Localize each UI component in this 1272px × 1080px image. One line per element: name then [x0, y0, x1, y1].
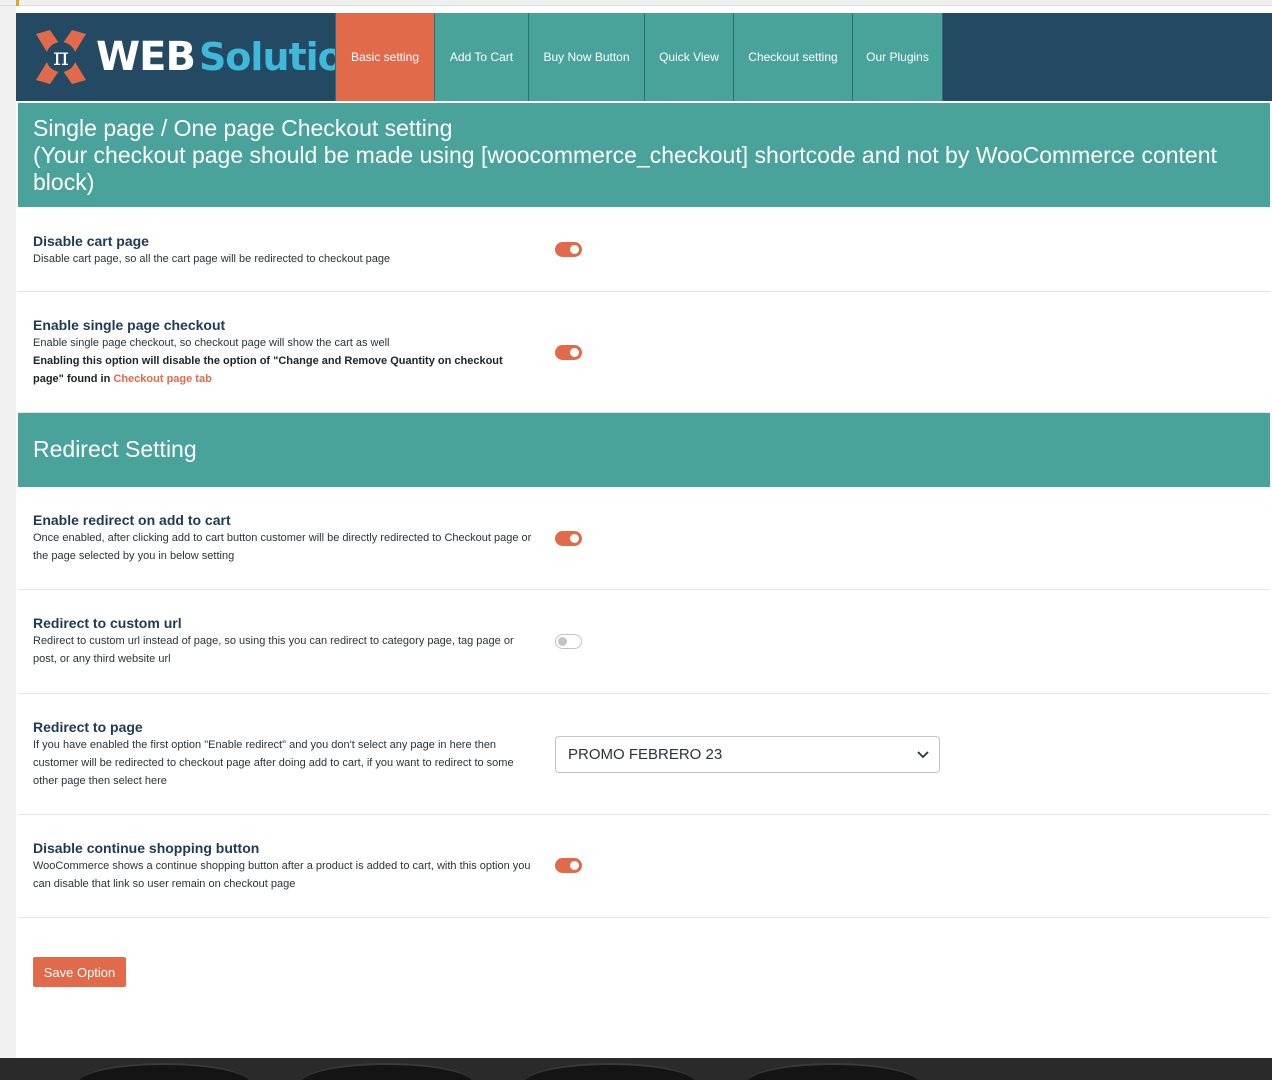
custom-url-toggle[interactable]: [555, 634, 582, 649]
pi-logo-icon: π: [28, 24, 94, 90]
continue-shopping-toggle[interactable]: [555, 858, 582, 873]
section-title: Single page / One page Checkout setting: [33, 115, 453, 141]
tab-buy-now-button[interactable]: Buy Now Button: [528, 13, 644, 101]
chevron-down-icon: [917, 751, 929, 759]
setting-title: Enable redirect on add to cart: [33, 512, 231, 528]
admin-sidebar-edge: [0, 6, 16, 1058]
setting-description: Redirect to custom url instead of page, …: [33, 635, 514, 665]
setting-description: Once enabled, after clicking add to cart…: [33, 532, 532, 562]
notice-accent: [16, 0, 19, 6]
setting-description: Enable single page checkout, so checkout…: [33, 337, 390, 349]
setting-row-continue-shopping: Disable continue shopping button WooComm…: [18, 815, 1270, 918]
setting-title: Redirect to page: [33, 719, 143, 735]
setting-warning: Enabling this option will disable the op…: [33, 355, 503, 385]
section-header-redirect: Redirect Setting: [18, 413, 1270, 487]
plugin-header: π WEB Solution Basic setting Add To Cart…: [16, 13, 1272, 101]
admin-top-strip: [0, 0, 1272, 6]
section-subtitle: (Your checkout page should be made using…: [33, 142, 1217, 195]
setting-title: Redirect to custom url: [33, 615, 182, 631]
section-header-checkout: Single page / One page Checkout setting …: [18, 103, 1270, 207]
save-option-button[interactable]: Save Option: [33, 957, 126, 987]
setting-title: Disable cart page: [33, 233, 149, 249]
tab-quick-view[interactable]: Quick View: [644, 13, 733, 101]
tab-basic-setting[interactable]: Basic setting: [335, 13, 434, 101]
tab-add-to-cart[interactable]: Add To Cart: [434, 13, 528, 101]
setting-row-redirect-page: Redirect to page If you have enabled the…: [18, 694, 1270, 815]
setting-description: WooCommerce shows a continue shopping bu…: [33, 860, 531, 890]
setting-title: Enable single page checkout: [33, 317, 226, 333]
setting-row-custom-url: Redirect to custom url Redirect to custo…: [18, 590, 1270, 694]
disable-cart-toggle[interactable]: [555, 242, 582, 257]
setting-description: If you have enabled the first option "En…: [33, 739, 514, 787]
redirect-page-select[interactable]: PROMO FEBRERO 23: [555, 736, 940, 773]
plugin-settings-panel: π WEB Solution Basic setting Add To Cart…: [16, 13, 1272, 987]
setting-title: Disable continue shopping button: [33, 840, 260, 856]
single-page-checkout-toggle[interactable]: [555, 345, 582, 360]
logo-text: WEB Solution: [96, 34, 370, 80]
setting-description: Disable cart page, so all the cart page …: [33, 253, 391, 265]
enable-redirect-toggle[interactable]: [555, 531, 582, 546]
tab-our-plugins[interactable]: Our Plugins: [852, 13, 943, 101]
tab-checkout-setting[interactable]: Checkout setting: [733, 13, 852, 101]
checkout-page-tab-link[interactable]: Checkout page tab: [113, 373, 211, 385]
logo-word-web: WEB: [96, 34, 196, 80]
setting-row-enable-redirect: Enable redirect on add to cart Once enab…: [18, 487, 1270, 590]
websolution-logo: π WEB Solution: [16, 13, 370, 101]
svg-text:π: π: [53, 43, 69, 71]
setting-row-single-page-checkout: Enable single page checkout Enable singl…: [18, 292, 1270, 413]
setting-row-disable-cart: Disable cart page Disable cart page, so …: [18, 207, 1270, 292]
selected-value: PROMO FEBRERO 23: [568, 746, 723, 763]
